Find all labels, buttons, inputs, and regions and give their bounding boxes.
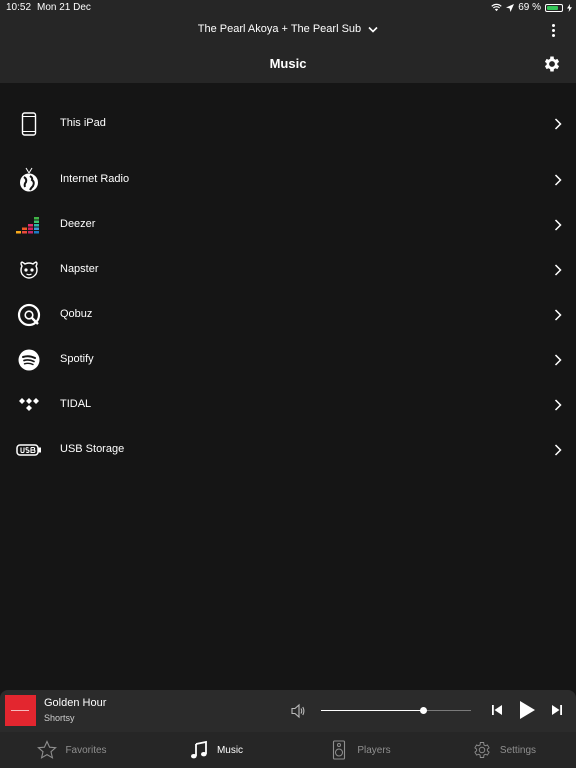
volume-slider-thumb[interactable] (420, 707, 427, 714)
track-artist: Shortsy (44, 713, 75, 723)
battery-icon (545, 3, 563, 12)
tab-label: Players (357, 744, 391, 756)
chevron-right-icon (554, 444, 562, 456)
speaker-icon (333, 740, 346, 760)
gear-icon (474, 742, 490, 758)
status-bar: 10:52 Mon 21 Dec 69 % (0, 0, 576, 16)
source-row-usb-storage[interactable]: USB Storage (0, 430, 576, 470)
volume-icon[interactable] (290, 703, 306, 719)
skip-previous-icon[interactable] (491, 704, 503, 716)
source-row-internet-radio[interactable]: Internet Radio (0, 160, 576, 200)
source-label: USB Storage (60, 443, 125, 455)
source-row-qobuz[interactable]: Qobuz (0, 295, 576, 335)
tidal-icon (16, 393, 42, 417)
source-label: Deezer (60, 218, 96, 230)
volume-slider-fill (321, 710, 423, 711)
page-title: Music (269, 56, 307, 71)
chevron-right-icon (554, 264, 562, 276)
device-selector[interactable]: The Pearl Akoya + The Pearl Sub (0, 23, 576, 35)
source-label: Qobuz (60, 308, 93, 320)
napster-icon (16, 258, 42, 282)
tab-label: Favorites (65, 744, 107, 756)
status-indicators: 69 % (491, 2, 572, 13)
tab-music[interactable]: Music (144, 732, 288, 768)
tab-players[interactable]: Players (288, 732, 432, 768)
source-row-spotify[interactable]: Spotify (0, 340, 576, 380)
tab-bar: Favorites Music Players Settings (0, 732, 576, 768)
wifi-icon (491, 3, 502, 12)
source-label: TIDAL (60, 398, 92, 410)
source-row-tidal[interactable]: TIDAL (0, 385, 576, 425)
device-name: The Pearl Akoya + The Pearl Sub (197, 23, 362, 35)
source-row-this-ipad[interactable]: This iPad (0, 104, 576, 144)
source-row-deezer[interactable]: Deezer (0, 205, 576, 245)
globe-icon (16, 167, 42, 192)
tab-label: Music (216, 744, 244, 756)
skip-next-icon[interactable] (551, 704, 563, 716)
chevron-right-icon (554, 219, 562, 231)
tab-favorites[interactable]: Favorites (0, 732, 144, 768)
deezer-icon (16, 213, 42, 237)
track-title: Golden Hour (44, 697, 107, 709)
status-date: Mon 21 Dec (37, 2, 91, 13)
chevron-down-icon (368, 26, 378, 33)
chevron-right-icon (554, 354, 562, 366)
tab-settings[interactable]: Settings (432, 732, 576, 768)
app-header: The Pearl Akoya + The Pearl Sub Music (0, 16, 576, 83)
location-icon (506, 3, 515, 12)
star-icon (37, 740, 58, 759)
source-label: Spotify (60, 353, 94, 365)
chevron-right-icon (554, 174, 562, 186)
mini-player[interactable]: Golden Hour Shortsy (0, 690, 576, 732)
charging-icon (567, 3, 572, 12)
album-cover (5, 695, 36, 726)
usb-icon (16, 438, 42, 462)
volume-slider[interactable] (321, 707, 471, 714)
status-time: 10:52 (6, 2, 32, 13)
source-label: Internet Radio (60, 173, 130, 185)
music-note-icon (190, 740, 207, 759)
spotify-icon (16, 348, 42, 372)
tablet-icon (16, 112, 42, 136)
tab-label: Settings (499, 744, 537, 756)
battery-percent: 69 % (518, 2, 541, 13)
chevron-right-icon (554, 309, 562, 321)
chevron-right-icon (554, 118, 562, 130)
source-label: Napster (60, 263, 99, 275)
qobuz-icon (16, 303, 42, 327)
chevron-right-icon (554, 399, 562, 411)
play-icon[interactable] (518, 700, 536, 720)
source-row-napster[interactable]: Napster (0, 250, 576, 290)
settings-gear-icon[interactable] (542, 54, 562, 74)
source-label: This iPad (60, 117, 106, 129)
more-options-icon[interactable] (548, 24, 558, 38)
